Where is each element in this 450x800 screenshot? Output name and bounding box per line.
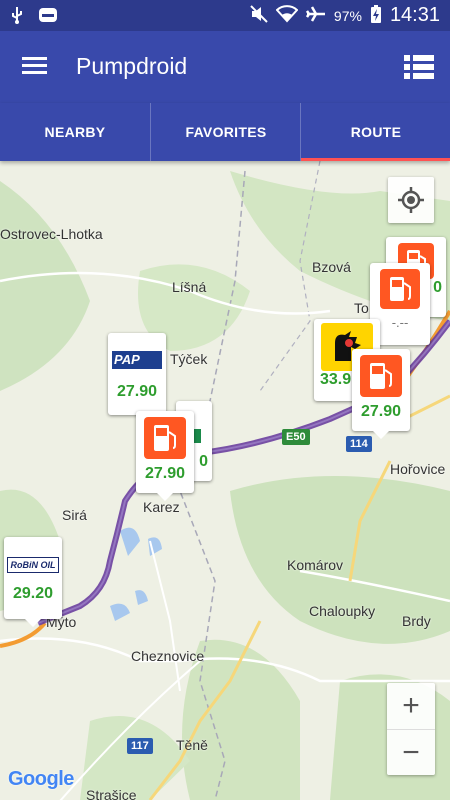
road-shield-114: 114 [346,436,372,452]
battery-charging-icon [370,4,382,27]
tab-label: FAVORITES [185,124,267,140]
pap-logo: PAP [112,351,162,369]
tab-favorites[interactable]: FAVORITES [150,103,301,161]
place-label: Sirá [62,507,87,523]
map-background [0,161,450,800]
place-label: Komárov [287,557,344,573]
place-label: Bzová [312,259,351,275]
airplane-icon [305,5,326,26]
status-bar: 97% 14:31 [0,0,450,31]
usb-icon [10,6,24,27]
tab-label: NEARBY [44,124,106,140]
place-label: Karez [143,499,180,515]
notification-icon [38,6,58,27]
place-label: Ostrovec-Lhotka [0,226,103,242]
robin-oil-logo: RoBiN OIL [7,557,59,573]
zoom-out-button[interactable]: − [387,730,435,775]
app-bar: Pumpdroid [0,31,450,103]
fuel-price: 27.90 [360,403,402,420]
place-label: To [354,300,369,316]
place-label: Brdy [402,613,431,629]
list-view-icon[interactable] [404,53,434,81]
fuel-pump-icon [144,417,186,459]
menu-icon[interactable] [22,55,48,77]
tab-label: ROUTE [350,124,402,140]
station-marker-pap[interactable]: PAP 27.90 [108,333,166,415]
tab-bar: NEARBY FAVORITES ROUTE [0,103,450,161]
wifi-icon [275,5,299,26]
station-marker-robin-oil[interactable]: RoBiN OIL 29.20 [4,537,62,627]
fuel-price: 27.90 [144,465,186,482]
road-shield-e50: E50 [282,429,310,445]
place-label: Strašice [86,787,137,800]
google-attribution: Google [8,768,74,790]
tab-nearby[interactable]: NEARBY [0,103,150,161]
place-label: Cheznovice [131,648,205,664]
fuel-price: 29.20 [12,585,54,602]
place-label: Hořovice [390,461,446,477]
station-marker[interactable]: 27.90 [136,411,194,501]
place-label: Chaloupky [309,603,376,619]
fuel-pump-icon [360,355,402,397]
road-shield-117: 117 [127,738,153,754]
place-label: Týček [170,351,208,367]
tab-route[interactable]: ROUTE [300,103,450,161]
clock: 14:31 [389,4,440,26]
fuel-pump-icon [380,269,420,309]
place-label: Těně [176,737,208,753]
mute-icon [250,5,268,26]
battery-level: 97% [333,7,362,24]
station-marker[interactable]: 27.90 [352,349,410,439]
crosshair-icon [398,187,424,213]
place-label: Líšná [172,279,207,295]
my-location-button[interactable] [388,177,434,223]
app-title: Pumpdroid [76,53,188,79]
active-tab-indicator [301,158,450,161]
zoom-controls: + − [387,683,435,775]
fuel-price: 27.90 [116,383,158,400]
zoom-in-button[interactable]: + [387,683,435,730]
map-view[interactable]: Ostrovec-Lhotka Bzová Líšná Týček To Hoř… [0,161,450,800]
